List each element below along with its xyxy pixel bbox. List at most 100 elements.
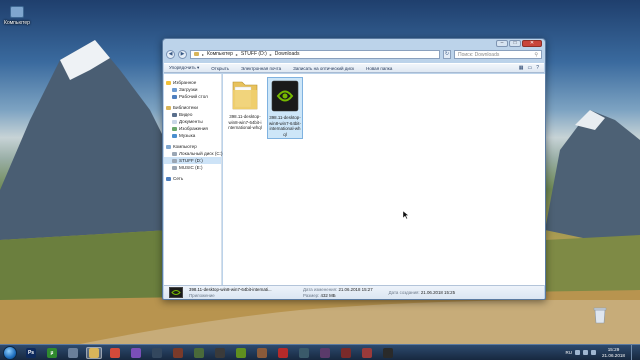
taskbar-app-button[interactable] — [359, 347, 375, 359]
nav-images[interactable]: Изображения — [164, 125, 221, 132]
nav-label: Рабочий стол — [179, 94, 208, 99]
file-name: 398.11-desktop-win8-win7-64bit-internati… — [269, 115, 301, 137]
computer-icon — [10, 6, 24, 18]
nav-libraries[interactable]: Библиотеки — [164, 104, 221, 111]
file-item-installer[interactable]: 398.11-desktop-win8-win7-64bit-internati… — [267, 77, 303, 139]
taskbar-app-button[interactable] — [254, 347, 270, 359]
breadcrumb-drive[interactable]: STUFF (D:) — [241, 51, 267, 57]
taskbar-app-button[interactable] — [296, 347, 312, 359]
app-icon — [383, 347, 393, 358]
nav-computer[interactable]: Компьютер — [164, 143, 221, 150]
clock[interactable]: 15:29 21.06.2018 — [602, 347, 625, 358]
help-icon[interactable]: ? — [536, 65, 539, 71]
taskbar: Ps µ RU 15:29 21.06.2018 — [0, 344, 640, 360]
nvidia-icon — [271, 80, 299, 112]
minimize-button[interactable]: – — [496, 40, 508, 47]
close-button[interactable]: ✕ — [522, 40, 542, 47]
details-created-col: Дата создания: 21.06.2018 15:25 — [389, 290, 455, 295]
nav-label: STUFF (D:) — [179, 158, 203, 163]
nav-network[interactable]: Сеть — [164, 175, 221, 182]
nav-label: Документы — [179, 119, 203, 124]
taskbar-app-button[interactable] — [170, 347, 186, 359]
desktop-icon-computer[interactable]: Компьютер — [2, 6, 32, 26]
breadcrumb-computer[interactable]: Компьютер — [207, 51, 233, 57]
taskbar-app-button[interactable] — [86, 346, 102, 359]
taskbar-app-button[interactable] — [191, 347, 207, 359]
details-name-col: 398.11-desktop-win8-win7-64bit-internati… — [189, 287, 297, 298]
video-icon — [172, 112, 177, 117]
taskbar-app-button[interactable] — [233, 347, 249, 359]
details-file-name: 398.11-desktop-win8-win7-64bit-internati… — [189, 287, 272, 292]
utorrent-icon: µ — [47, 347, 57, 358]
network-icon[interactable] — [583, 350, 588, 355]
star-icon — [166, 80, 171, 85]
nav-video[interactable]: Видео — [164, 111, 221, 118]
taskbar-app-button[interactable] — [107, 347, 123, 359]
chrome-icon — [110, 347, 120, 358]
back-button[interactable]: ◀ — [166, 49, 175, 59]
chevron-right-icon: ▸ — [235, 51, 238, 57]
show-desktop-button[interactable] — [631, 345, 636, 360]
recycle-bin-icon[interactable] — [593, 306, 607, 324]
explorer-window: – □ ✕ ◀ ▶ ▸ Компьютер ▸ STUFF (D:) ▸ Dow… — [162, 38, 546, 300]
search-icon: ⚲ — [534, 51, 538, 58]
clock-date: 21.06.2018 — [602, 352, 625, 358]
nav-local-disk[interactable]: Локальный диск (C:) — [164, 150, 223, 157]
taskbar-app-button[interactable] — [380, 347, 396, 359]
computer-icon — [166, 144, 171, 149]
created-label: Дата создания: — [388, 290, 420, 295]
organize-button[interactable]: Упорядочить ▾ — [169, 65, 199, 71]
search-input[interactable]: Поиск: Downloads ⚲ — [454, 49, 542, 59]
view-options-icon[interactable]: ▦ — [519, 65, 524, 71]
nav-label: MUSIC (E:) — [179, 165, 203, 170]
maximize-button[interactable]: □ — [509, 40, 521, 47]
desktop-icon — [172, 94, 177, 99]
taskbar-app-button[interactable] — [149, 347, 165, 359]
downloads-icon — [172, 87, 177, 92]
file-item-folder[interactable]: 398.11-desktop-win8-win7-64bit-internati… — [227, 77, 263, 132]
taskbar-app-button[interactable]: µ — [44, 347, 60, 359]
open-button[interactable]: Открыть — [211, 66, 229, 71]
start-button[interactable] — [3, 345, 17, 360]
taskbar-app-button[interactable] — [65, 347, 81, 359]
language-indicator[interactable]: RU — [566, 350, 573, 355]
steam-icon — [152, 347, 162, 358]
nav-music-drive[interactable]: MUSIC (E:) — [164, 164, 221, 171]
burn-button[interactable]: Записать на оптический диск — [293, 66, 354, 71]
drive-icon — [172, 165, 177, 170]
nav-label: Локальный диск (C:) — [179, 151, 223, 156]
file-name: 398.11-desktop-win8-win7-64bit-internati… — [228, 114, 262, 130]
address-bar[interactable]: ▸ Компьютер ▸ STUFF (D:) ▸ Downloads — [190, 49, 440, 59]
taskbar-app-button[interactable] — [212, 347, 228, 359]
new-folder-button[interactable]: Новая папка — [366, 66, 392, 71]
taskbar-app-button[interactable]: Ps — [23, 347, 39, 359]
nav-documents[interactable]: Документы — [164, 118, 221, 125]
preview-pane-icon[interactable]: ▭ — [527, 65, 532, 71]
forward-button[interactable]: ▶ — [178, 49, 187, 59]
email-button[interactable]: Электронная почта — [241, 66, 281, 71]
refresh-button[interactable]: ↻ — [443, 49, 451, 59]
folder-icon — [232, 81, 258, 110]
taskbar-app-button[interactable] — [338, 347, 354, 359]
nav-desktop[interactable]: Рабочий стол — [164, 93, 221, 100]
nav-downloads[interactable]: Загрузки — [164, 86, 221, 93]
navigation-pane: Избранное Загрузки Рабочий стол Библиоте… — [164, 74, 222, 285]
window-caption-buttons: – □ ✕ — [496, 40, 542, 47]
taskbar-app-button[interactable] — [275, 347, 291, 359]
nav-label: Избранное — [173, 80, 197, 85]
tray-arrow-icon[interactable] — [575, 350, 580, 355]
nav-favorites[interactable]: Избранное — [164, 79, 221, 86]
modified-value: 21.06.2018 15:27 — [338, 287, 373, 292]
nav-music[interactable]: Музыка — [164, 132, 221, 139]
taskbar-apps: Ps µ — [23, 346, 401, 359]
breadcrumb-folder[interactable]: Downloads — [275, 51, 300, 57]
volume-icon[interactable] — [591, 350, 596, 355]
nav-stuff-drive[interactable]: STUFF (D:) — [164, 157, 221, 164]
created-value: 21.06.2018 15:25 — [420, 290, 456, 295]
app-icon — [215, 347, 225, 358]
taskbar-app-button[interactable] — [128, 347, 144, 359]
nav-label: Изображения — [179, 126, 208, 131]
app-icon — [173, 347, 183, 358]
taskbar-app-button[interactable] — [317, 347, 333, 359]
app-icon — [320, 347, 330, 358]
